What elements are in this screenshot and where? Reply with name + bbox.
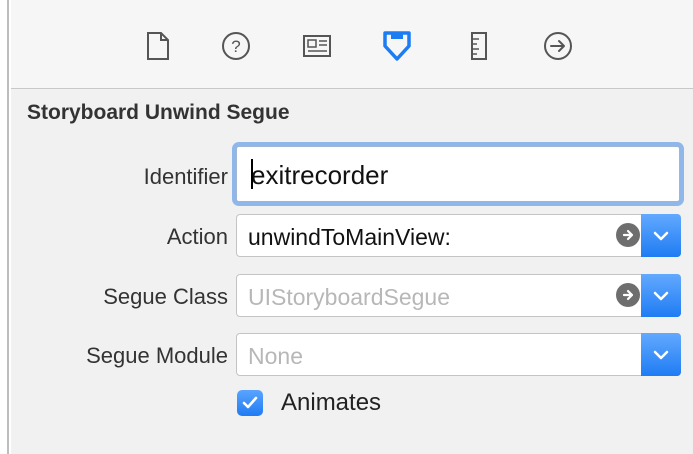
- chevron-down-icon[interactable]: [641, 274, 681, 317]
- chevron-down-icon[interactable]: [641, 214, 681, 257]
- checkmark-icon: [242, 396, 258, 409]
- connections-inspector-icon[interactable]: [538, 26, 578, 66]
- identifier-field[interactable]: exitrecorder: [236, 146, 680, 202]
- animates-checkbox[interactable]: [237, 390, 263, 416]
- section-title: Storyboard Unwind Segue: [27, 101, 290, 124]
- attributes-inspector-icon[interactable]: [377, 26, 417, 66]
- animates-label: Animates: [281, 389, 382, 416]
- identity-inspector-icon[interactable]: [297, 26, 337, 66]
- inspector-panel: ? Storyboard Unwind Segue Identifier exi…: [11, 0, 693, 454]
- action-label: Action: [166, 224, 228, 249]
- go-to-arrow-icon[interactable]: [616, 223, 640, 247]
- segue-class-placeholder: UIStoryboardSegue: [248, 284, 451, 310]
- chevron-down-icon[interactable]: [641, 333, 681, 376]
- segue-module-placeholder: None: [248, 343, 303, 369]
- inspector-toolbar: ?: [11, 0, 693, 89]
- text-caret: [251, 159, 253, 189]
- segue-module-label: Segue Module: [86, 343, 228, 368]
- go-to-arrow-icon[interactable]: [616, 283, 640, 307]
- identifier-label: Identifier: [143, 164, 228, 189]
- window-left-edge: [0, 0, 9, 454]
- animates-row: Animates: [237, 389, 381, 417]
- action-combo[interactable]: unwindToMainView:: [236, 214, 681, 257]
- action-value: unwindToMainView:: [248, 224, 451, 250]
- identifier-value: exitrecorder: [251, 160, 389, 190]
- segue-class-combo[interactable]: UIStoryboardSegue: [236, 274, 681, 317]
- size-inspector-icon[interactable]: [459, 26, 499, 66]
- quick-help-icon[interactable]: ?: [216, 26, 256, 66]
- segue-class-label: Segue Class: [103, 284, 228, 309]
- file-inspector-icon[interactable]: [138, 26, 178, 66]
- svg-text:?: ?: [231, 37, 240, 56]
- segue-module-combo[interactable]: None: [236, 333, 681, 376]
